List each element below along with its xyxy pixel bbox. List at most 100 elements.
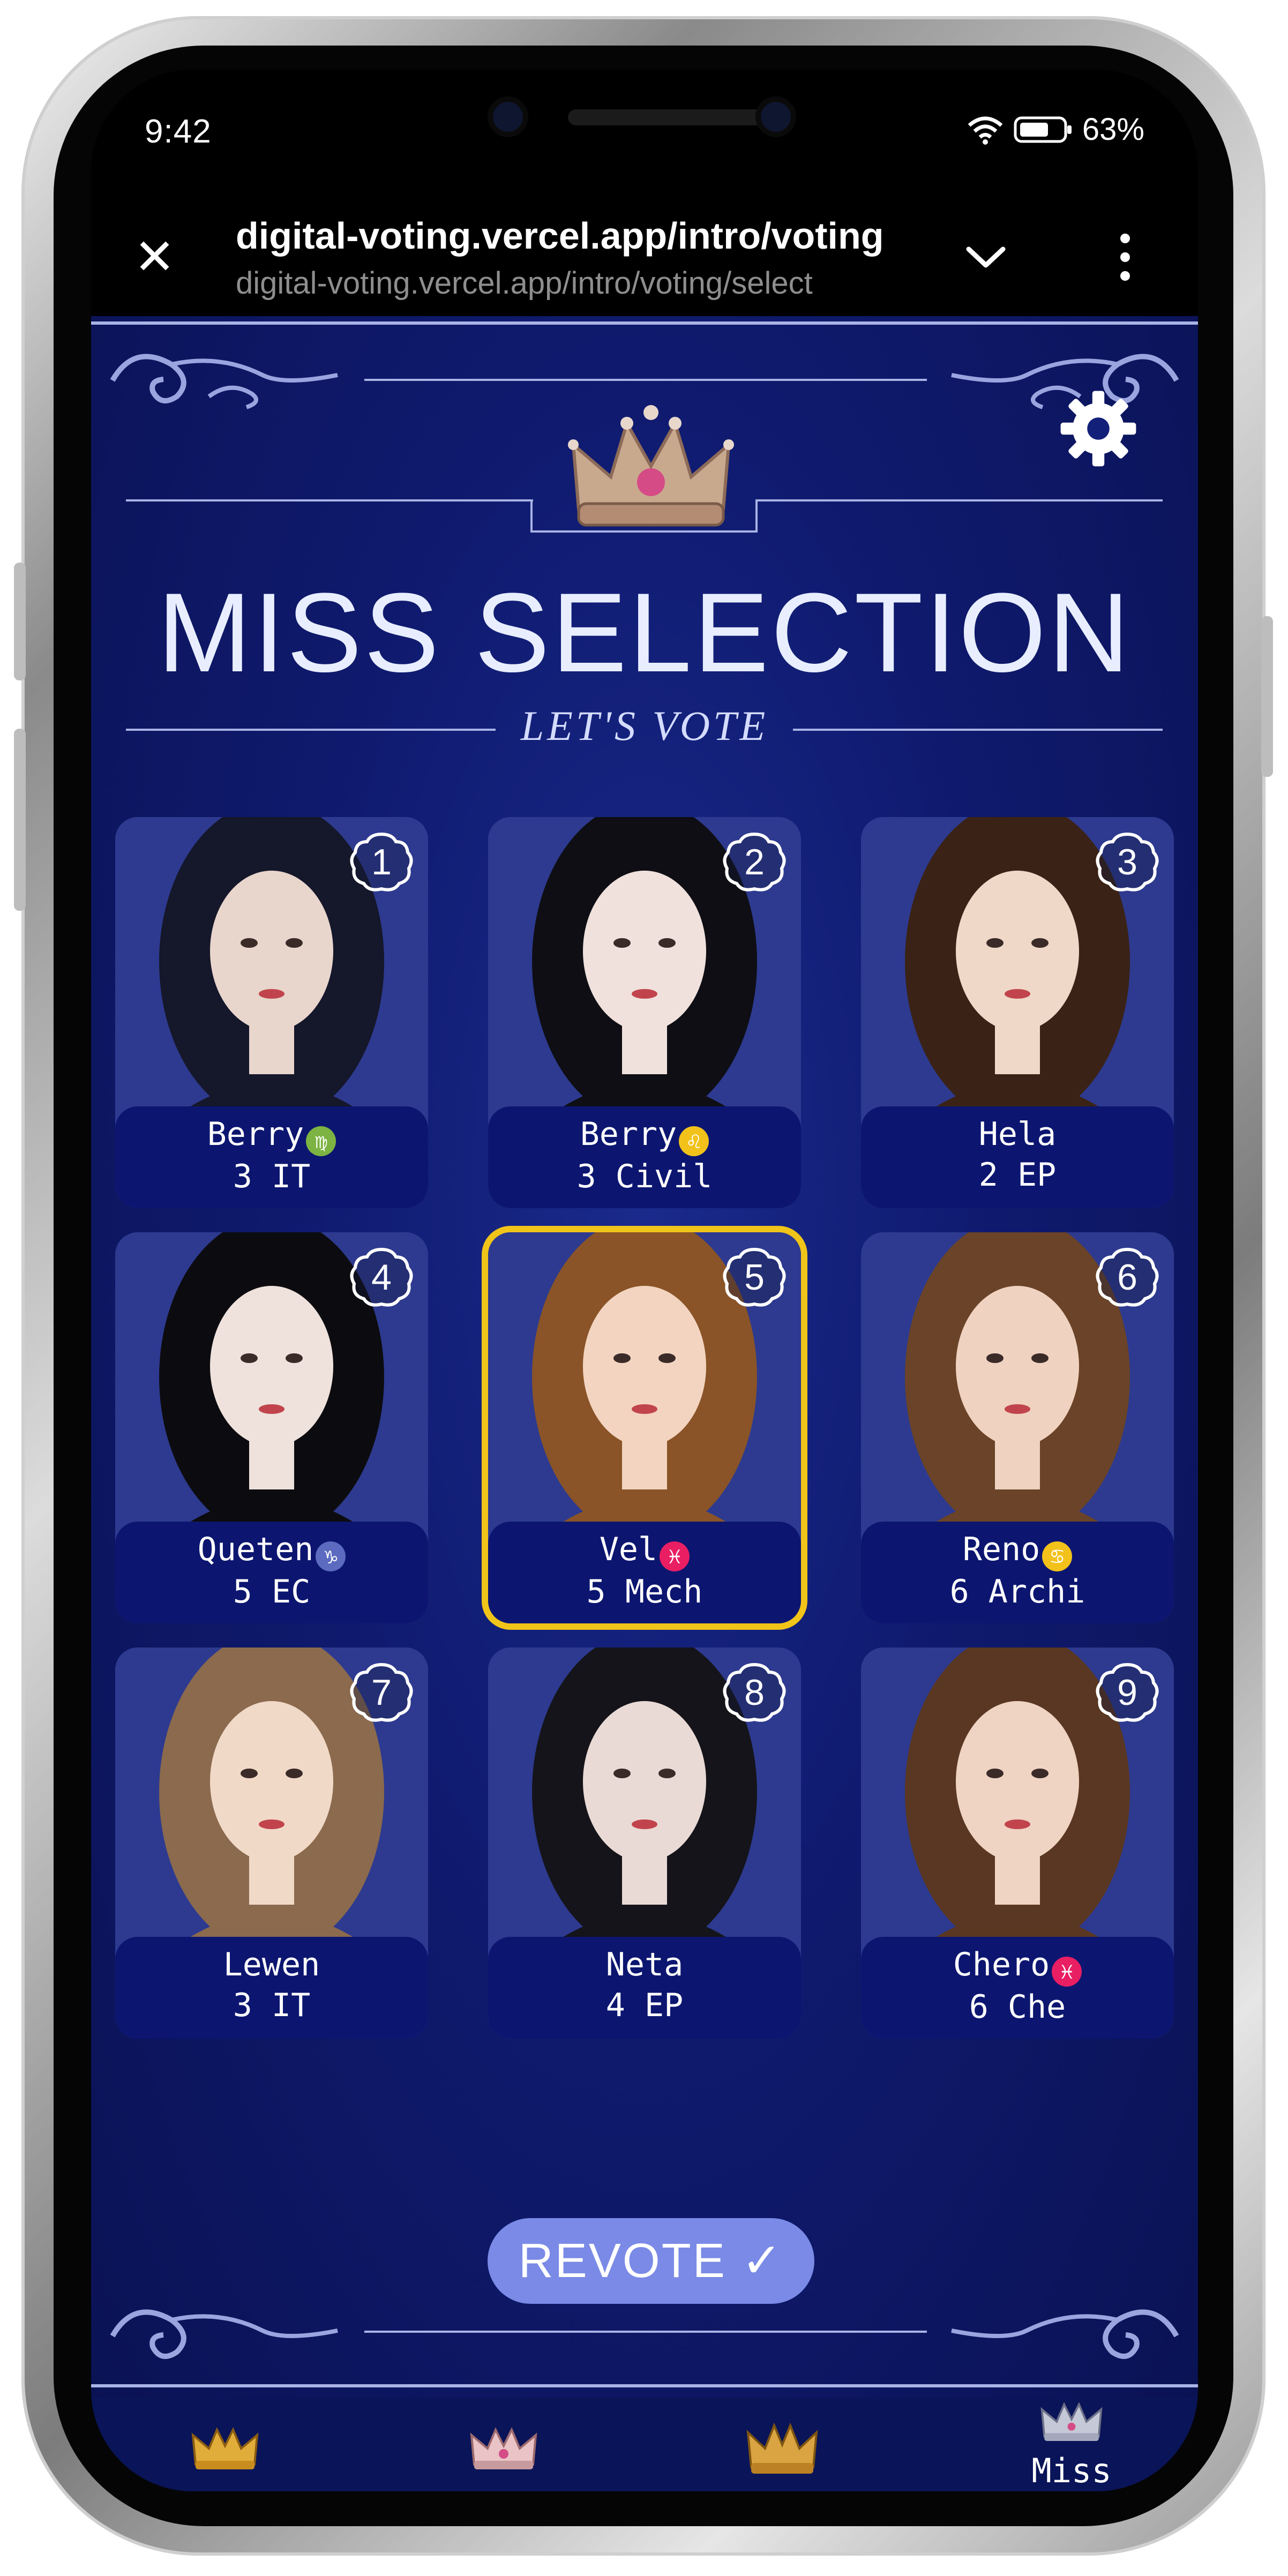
nav-item-2[interactable]: [434, 2398, 573, 2491]
candidate-card[interactable]: 1 Berry ♍ 3 IT: [115, 817, 428, 1208]
candidate-detail: 3 IT: [233, 1158, 311, 1195]
nav-item-3[interactable]: [713, 2398, 852, 2491]
nav-label-miss: Miss: [1031, 2451, 1112, 2490]
ornament-frame-top: [91, 321, 1198, 325]
candidate-nameplate: Chero ♓ 6 Che: [861, 1937, 1174, 2039]
candidate-nameplate: Reno ♋ 6 Archi: [861, 1522, 1174, 1623]
front-camera: [493, 102, 523, 132]
zodiac-leo-icon: ♌: [679, 1126, 709, 1156]
ornament-line: [755, 499, 1163, 501]
candidate-number: 6: [1117, 1257, 1137, 1298]
candidate-detail: 4 EP: [605, 1987, 684, 2024]
candidate-name-line: Berry ♍: [115, 1114, 428, 1156]
candidate-nameplate: Queten ♑ 5 EC: [115, 1522, 428, 1623]
candidate-detail: 5 EC: [233, 1573, 311, 1611]
candidate-number: 3: [1117, 842, 1137, 882]
candidate-name: Chero: [953, 1946, 1050, 1983]
wifi-icon: [968, 116, 1003, 145]
earpiece-speaker: [568, 109, 766, 125]
number-badge: 5: [720, 1245, 789, 1309]
candidate-nameplate: Vel ♓ 5 Mech: [488, 1522, 801, 1623]
candidate-nameplate: Berry ♌ 3 Civil: [488, 1106, 801, 1208]
candidate-number: 8: [744, 1672, 765, 1713]
zodiac-capricorn-icon: ♑: [316, 1541, 346, 1571]
ornament-line: [530, 530, 758, 533]
revote-button[interactable]: REVOTE ✓: [488, 2218, 814, 2304]
battery-icon: [1014, 116, 1072, 143]
number-badge: 2: [720, 830, 789, 894]
crown-silver-icon: [1040, 2402, 1103, 2441]
candidate-name: Berry: [580, 1115, 677, 1153]
kebab-menu-icon[interactable]: [1114, 230, 1136, 284]
candidate-card[interactable]: 5 Vel ♓ 5 Mech: [488, 1232, 801, 1623]
crown-gold-large-icon: [746, 2422, 818, 2474]
candidate-card[interactable]: 3 Hela 2 EP: [861, 817, 1174, 1208]
phone-side-button: [14, 563, 26, 680]
chevron-down-icon[interactable]: [964, 244, 1007, 271]
candidate-number: 4: [371, 1257, 392, 1298]
candidate-nameplate: Lewen 3 IT: [115, 1937, 428, 2039]
status-bar: 9:42 63%: [91, 70, 1198, 193]
zodiac-pisces-icon: ♓: [660, 1541, 690, 1571]
candidate-number: 2: [744, 842, 765, 882]
ornament-frame-bottom: [91, 2384, 1198, 2387]
crown-icon: [568, 405, 734, 527]
number-badge: 6: [1092, 1245, 1162, 1309]
candidate-name-line: Berry ♌: [488, 1114, 801, 1156]
candidate-name-line: Chero ♓: [861, 1944, 1174, 1987]
phone-side-button: [1261, 616, 1273, 777]
close-icon[interactable]: ✕: [134, 233, 175, 282]
page-url-title[interactable]: digital-voting.vercel.app/intro/voting: [236, 214, 911, 257]
page-url[interactable]: digital-voting.vercel.app/intro/voting/s…: [236, 265, 911, 301]
number-badge: 8: [720, 1660, 789, 1725]
gear-icon[interactable]: [1055, 386, 1141, 471]
ornament-scroll-left: [110, 2309, 338, 2359]
candidate-number: 9: [1117, 1672, 1137, 1713]
candidate-detail: 3 IT: [233, 1987, 311, 2024]
candidate-name: Lewen: [223, 1946, 320, 1983]
candidate-name-line: Neta: [488, 1944, 801, 1985]
candidate-number: 7: [371, 1672, 392, 1713]
candidate-nameplate: Hela 2 EP: [861, 1106, 1174, 1208]
candidate-nameplate: Neta 4 EP: [488, 1937, 801, 2039]
candidate-name-line: Vel ♓: [488, 1529, 801, 1571]
number-badge: 1: [347, 830, 416, 894]
candidate-name: Queten: [197, 1531, 314, 1568]
ornament-line: [364, 379, 927, 381]
candidate-card[interactable]: 9 Chero ♓ 6 Che: [861, 1648, 1174, 2039]
front-sensor: [761, 102, 791, 132]
browser-url-bar: ✕ digital-voting.vercel.app/intro/voting…: [91, 193, 1198, 316]
candidate-card[interactable]: 8 Neta 4 EP: [488, 1648, 801, 2039]
crown-gold-icon: [191, 2427, 259, 2469]
app-page: MISS SELECTION LET'S VOTE 1 Berry ♍ 3 IT 2 Be…: [91, 316, 1198, 2491]
ornament-scroll-right: [951, 2309, 1179, 2359]
nav-item-1[interactable]: [155, 2398, 295, 2491]
page-title: MISS SELECTION: [157, 570, 1132, 695]
phone-screen: 9:42 63% ✕ digital-voting.vercel.app/int…: [91, 70, 1198, 2491]
number-badge: 4: [347, 1245, 416, 1309]
candidate-card[interactable]: 2 Berry ♌ 3 Civil: [488, 817, 801, 1208]
page-subtitle: LET'S VOTE: [520, 702, 769, 749]
battery-percentage: 63%: [1082, 112, 1144, 147]
candidate-name-line: Queten ♑: [115, 1529, 428, 1571]
candidate-number: 1: [371, 842, 392, 882]
ornament-line: [126, 499, 533, 501]
candidate-detail: 3 Civil: [576, 1158, 713, 1195]
status-icons: 63%: [967, 111, 1144, 147]
zodiac-cancer-icon: ♋: [1042, 1541, 1073, 1571]
candidate-card[interactable]: 7 Lewen 3 IT: [115, 1648, 428, 2039]
candidate-card[interactable]: 6 Reno ♋ 6 Archi: [861, 1232, 1174, 1623]
candidate-nameplate: Berry ♍ 3 IT: [115, 1106, 428, 1208]
candidate-name: Vel: [599, 1531, 658, 1568]
candidate-card[interactable]: 4 Queten ♑ 5 EC: [115, 1232, 428, 1623]
candidate-name-line: Reno ♋: [861, 1529, 1174, 1571]
nav-item-4[interactable]: Miss: [1002, 2398, 1141, 2491]
candidate-name: Hela: [978, 1115, 1057, 1153]
ornament-line: [530, 499, 533, 531]
number-badge: 3: [1092, 830, 1162, 894]
candidate-name: Reno: [962, 1531, 1040, 1568]
candidate-name: Berry: [207, 1115, 304, 1153]
phone-side-button: [14, 729, 26, 911]
candidate-detail: 5 Mech: [586, 1573, 703, 1611]
number-badge: 9: [1092, 1660, 1162, 1725]
